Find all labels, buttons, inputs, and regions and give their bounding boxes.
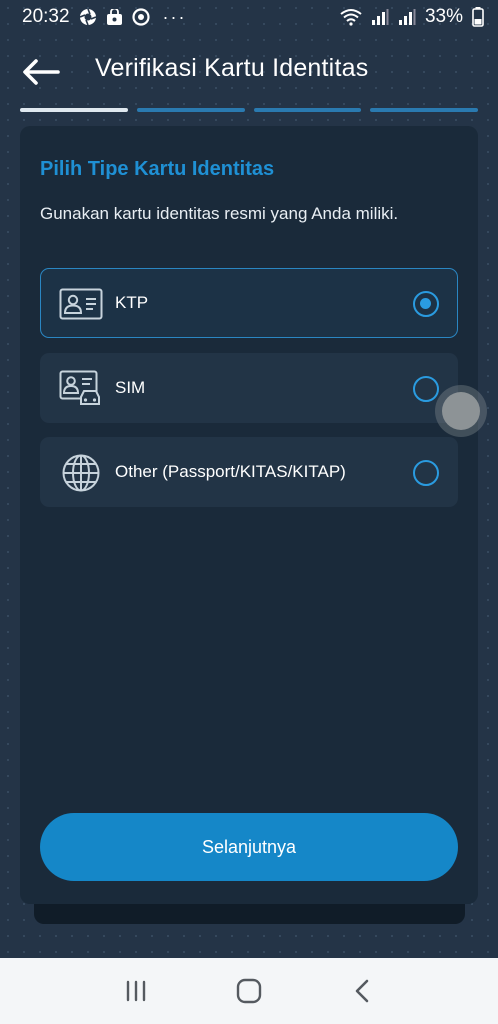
recent-apps-button[interactable] (116, 971, 156, 1011)
option-label-sim: SIM (115, 378, 146, 397)
id-card-icon (59, 284, 103, 324)
more-notifications-icon: ··· (162, 6, 187, 27)
home-button[interactable] (229, 971, 269, 1011)
step-progress (20, 108, 478, 113)
globe-icon (59, 453, 103, 493)
status-left: 20:32 ··· (22, 6, 187, 28)
option-other[interactable]: Other (Passport/KITAS/KITAP) (40, 437, 458, 507)
section-title: Pilih Tipe Kartu Identitas (40, 158, 275, 180)
option-label-other: Other (Passport/KITAS/KITAP) (115, 462, 346, 481)
status-time: 20:32 (22, 6, 70, 27)
chevron-left-icon (355, 979, 368, 1003)
system-nav-bar (0, 958, 498, 1024)
target-icon (131, 8, 150, 26)
radio-ktp[interactable] (413, 291, 439, 317)
home-icon (236, 978, 262, 1004)
battery-percent: 33% (424, 6, 463, 27)
next-button[interactable]: Selanjutnya (40, 813, 458, 881)
arrow-left-icon (23, 59, 60, 85)
option-ktp[interactable]: KTP (40, 268, 458, 338)
step-1 (20, 108, 128, 112)
back-button[interactable] (18, 50, 64, 94)
radio-other[interactable] (413, 460, 439, 486)
step-3 (253, 108, 362, 112)
battery-icon (472, 7, 484, 27)
status-right: 33% (340, 6, 484, 28)
signal-2-icon (398, 8, 416, 26)
touch-indicator (442, 392, 480, 430)
status-bar: 20:32 ··· 33% (0, 0, 498, 34)
page-title: Verifikasi Kartu Identitas (95, 54, 369, 82)
radio-selected-dot (420, 298, 431, 309)
step-4 (370, 108, 478, 112)
system-back-button[interactable] (342, 971, 382, 1011)
radio-sim[interactable] (413, 376, 439, 402)
section-description: Gunakan kartu identitas resmi yang Anda … (40, 204, 399, 223)
app-header: Verifikasi Kartu Identitas (0, 44, 498, 100)
option-label-ktp: KTP (115, 293, 149, 312)
id-type-card: Pilih Tipe Kartu Identitas Gunakan kartu… (20, 126, 478, 904)
step-2 (136, 108, 245, 112)
signal-icon (371, 8, 389, 26)
bag-icon (106, 8, 123, 26)
wifi-icon (340, 8, 362, 26)
shutter-icon (79, 8, 97, 26)
recent-apps-icon (127, 980, 146, 1002)
option-sim[interactable]: SIM (40, 353, 458, 423)
driver-license-icon (59, 369, 103, 409)
